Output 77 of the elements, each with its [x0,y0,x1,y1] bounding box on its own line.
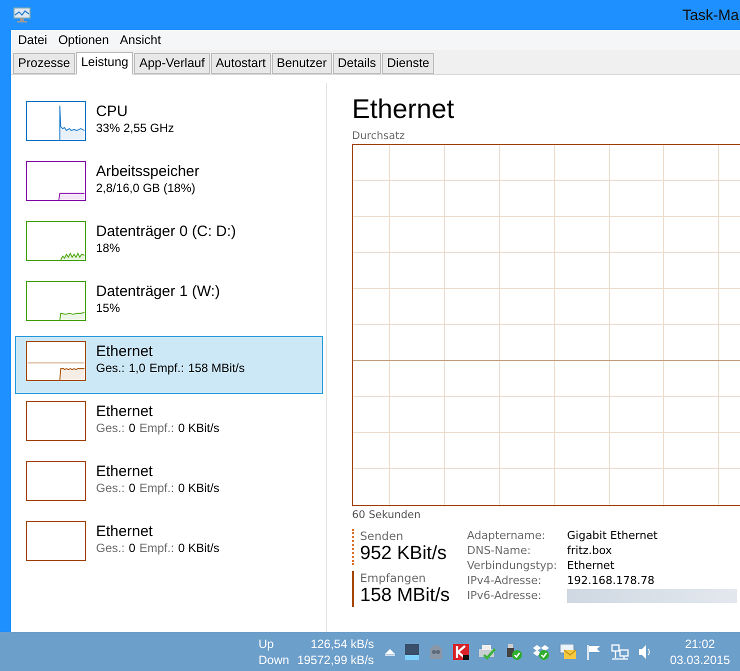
property-label: DNS-Name: [467,544,532,557]
property-value: 192.168.178.78 [567,574,656,587]
usage-graph-icon [26,461,86,501]
device-name: Datenträger 0 (C: D:) [96,223,236,241]
download-label: Down [258,652,290,668]
usage-graph-icon [26,221,86,261]
clock-date: 03.03.2015 [670,652,730,668]
sidebar-item[interactable]: Ethernet Ges.: 0 Empf.: 0 KBit/s [15,396,323,454]
device-name: Ethernet [96,343,154,361]
device-name: Ethernet [96,523,154,541]
property-value: Gigabit Ethernet [567,529,659,542]
window-title: Task-Ma [682,6,739,24]
clock-time: 21:02 [684,636,715,652]
menu-item[interactable]: Datei [13,33,52,47]
tab[interactable]: Prozesse [13,53,76,74]
graph-label: Durchsatz [352,130,406,142]
sidebar-item[interactable]: Ethernet Ges.: 1,0 Empf.: 158 MBit/s [15,336,323,394]
menu-item[interactable]: Optionen [53,33,114,47]
device-name: Arbeitsspeicher [96,163,200,181]
usage-graph-icon [26,401,86,441]
property-label: IPv6-Adresse: [467,589,542,603]
usage-graph-icon [26,101,86,141]
usage-graph-icon [26,281,86,321]
time-label: 60 Sekunden [352,509,422,521]
send-value: 952 KBit/s [360,543,447,565]
speaker-icon[interactable] [638,644,652,660]
device-usage: 15% [96,301,122,315]
flag-icon[interactable] [586,644,602,660]
usage-graph-icon [26,341,86,381]
printer-check-icon[interactable] [478,644,496,660]
tab[interactable]: Autostart [210,53,271,74]
device-usage: Ges.: 1,0 Empf.: 158 MBit/s [96,361,246,375]
upload-label: Up [258,636,275,652]
tab[interactable]: Details [332,53,381,74]
show-hidden-icons-icon[interactable] [384,648,396,656]
device-name: CPU [96,103,129,121]
device-usage: Ges.: 0 Empf.: 0 KBit/s [96,541,220,555]
device-usage: Ges.: 0 Empf.: 0 KBit/s [96,421,220,435]
shield-icon[interactable] [452,644,469,660]
receive-value: 158 MBit/s [360,585,447,607]
sidebar-item[interactable]: Ethernet Ges.: 0 Empf.: 0 KBit/s [15,456,323,514]
device-name: Datenträger 1 (W:) [96,283,220,301]
usage-graph-icon [26,161,86,201]
device-usage: 18% [96,241,122,255]
sidebar-item[interactable]: CPU 33% 2,55 GHz [15,96,323,154]
device-name: Ethernet [96,463,154,481]
usb-check-icon[interactable] [504,644,523,660]
tab[interactable]: Benutzer [272,53,332,74]
device-usage: 33% 2,55 GHz [96,121,176,135]
property-value: fritz.box [567,544,613,557]
tab[interactable]: Dienste [382,53,434,74]
device-usage: 2,8/16,0 GB (18%) [96,181,196,195]
sidebar-item[interactable]: Arbeitsspeicher 2,8/16,0 GB (18%) [15,156,323,214]
meter-icon[interactable] [404,644,419,660]
send-label: Senden [360,529,404,543]
sidebar-item[interactable]: Ethernet Ges.: 0 Empf.: 0 KBit/s [15,516,323,574]
upload-rate: 126,54 kB/s [310,636,374,652]
monitor-icon [13,7,31,23]
property-value: Ethernet [567,559,616,572]
receive-label: Empfangen [360,571,427,585]
sidebar-item[interactable]: Datenträger 0 (C: D:) 18% [15,216,323,274]
property-label: IPv4-Adresse: [467,574,542,587]
tab[interactable]: App-Verlauf [134,53,210,74]
menu-item[interactable]: Ansicht [114,33,166,47]
sync-check-icon[interactable] [532,644,550,660]
download-rate: 19572,99 kB/s [297,652,374,668]
device-usage: Ges.: 0 Empf.: 0 KBit/s [96,481,220,495]
ghost-icon[interactable] [428,644,444,660]
tab[interactable]: Leistung [76,52,134,75]
usage-graph-icon [26,521,86,561]
property-label: Verbindungstyp: [467,559,558,572]
network-icon[interactable] [610,644,629,660]
mail-icon[interactable] [558,644,577,660]
property-label: Adaptername: [467,529,546,542]
sidebar-item[interactable]: Datenträger 1 (W:) 15% [15,276,323,334]
device-name: Ethernet [96,403,154,421]
panel-title: Ethernet [352,93,456,125]
